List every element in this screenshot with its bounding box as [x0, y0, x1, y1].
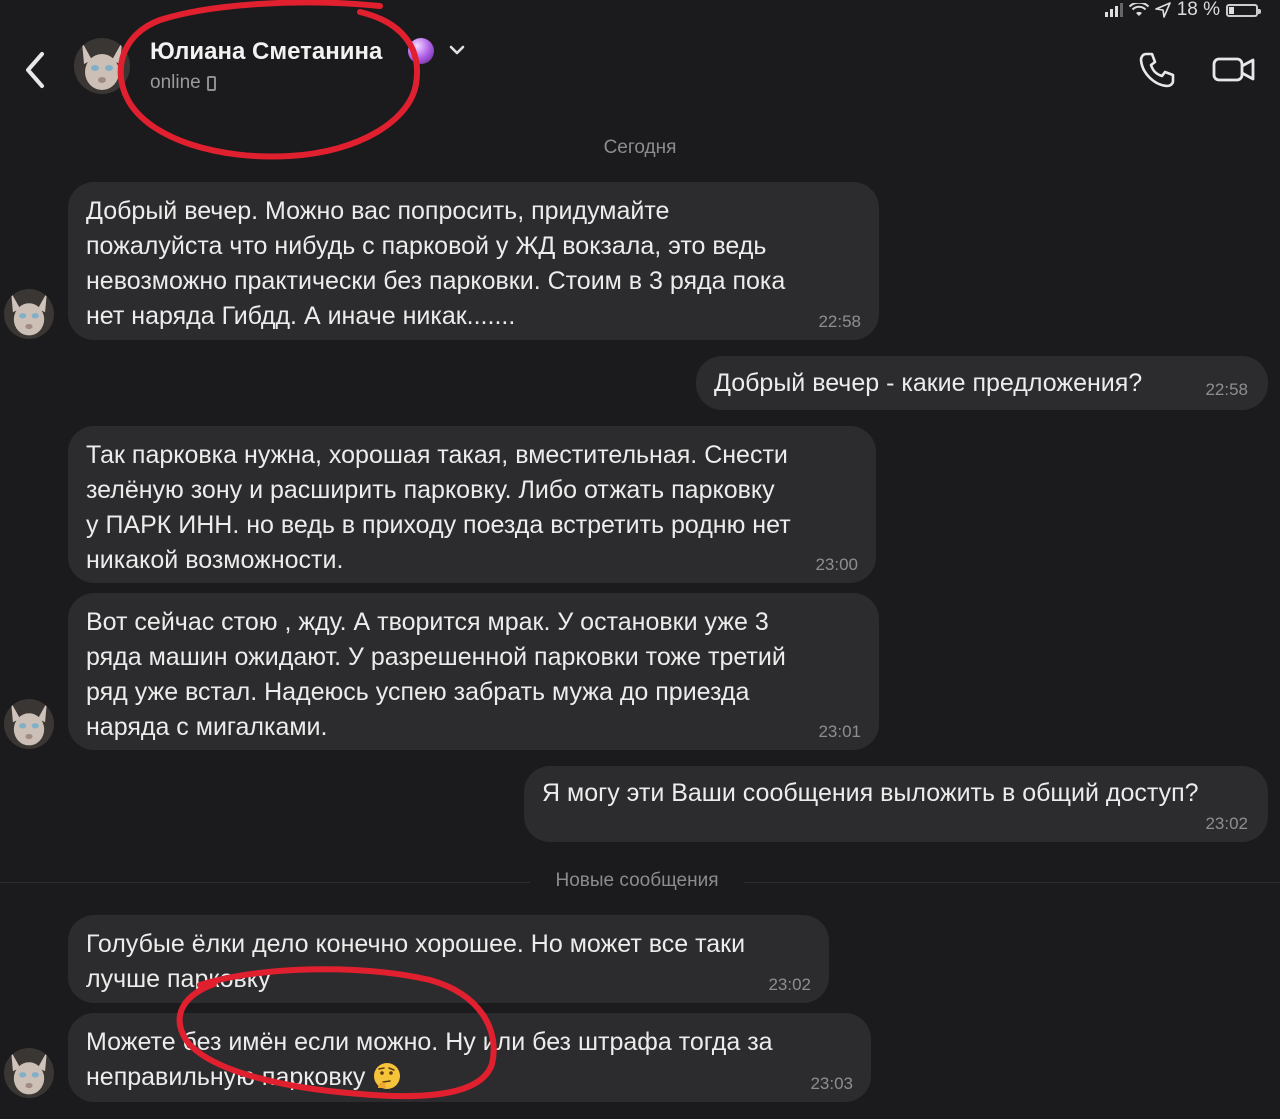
message-bubble-in[interactable]: Так парковка нужна, хорошая такая, вмест…	[68, 426, 876, 583]
message-text: Добрый вечер - какие предложения?	[714, 369, 1143, 397]
message-bubble-out[interactable]: Я могу эти Ваши сообщения выложить в общ…	[524, 766, 1268, 842]
message-time: 23:00	[815, 555, 858, 574]
date-separator: Сегодня	[603, 137, 677, 158]
message-bubble-out[interactable]: Добрый вечер - какие предложения? 22:58	[696, 356, 1268, 410]
chevron-down-icon[interactable]	[447, 40, 467, 60]
status-text: online	[150, 72, 201, 93]
battery-percentage: 18 %	[1176, 0, 1220, 20]
message-text: Вот сейчас стою , жду. А творится мрак. …	[86, 608, 786, 741]
message-time: 22:58	[1205, 380, 1248, 399]
message-text: Так парковка нужна, хорошая такая, вмест…	[86, 441, 791, 574]
video-camera-icon[interactable]	[1211, 52, 1257, 86]
thinking-face-icon	[374, 1063, 401, 1089]
avatar[interactable]	[4, 1048, 54, 1098]
crystal-ball-icon	[408, 38, 434, 64]
status-bar: 18 %	[1104, 0, 1261, 20]
message-time: 23:03	[810, 1074, 853, 1093]
message-time: 23:02	[1205, 814, 1248, 833]
wifi-icon	[1128, 3, 1149, 16]
message-text: Добрый вечер. Можно вас попросить, приду…	[86, 197, 786, 330]
contact-name[interactable]: Юлиана Сметанина	[150, 38, 382, 66]
message-bubble-in[interactable]: Добрый вечер. Можно вас попросить, приду…	[68, 182, 879, 340]
message-text: Я могу эти Ваши сообщения выложить в общ…	[542, 779, 1199, 807]
chevron-left-icon[interactable]	[22, 50, 48, 90]
message-time: 23:01	[818, 722, 861, 741]
new-messages-label: Новые сообщения	[530, 870, 744, 892]
message-bubble-in[interactable]: Можете без имён если можно. Ну или без ш…	[68, 1013, 871, 1102]
message-time: 22:58	[818, 312, 861, 331]
avatar[interactable]	[4, 699, 54, 749]
avatar[interactable]	[74, 38, 130, 94]
phone-icon[interactable]	[1137, 50, 1177, 90]
new-messages-separator: Новые сообщения	[0, 870, 1280, 894]
device-phone-icon	[206, 75, 216, 91]
message-bubble-in[interactable]: Голубые ёлки дело конечно хорошее. Но мо…	[68, 915, 829, 1003]
location-arrow-icon	[1154, 2, 1171, 18]
cellular-signal-icon	[1104, 3, 1123, 17]
message-text: Можете без имён если можно. Ну или без ш…	[86, 1028, 773, 1091]
contact-status: online	[150, 72, 216, 94]
battery-icon	[1226, 3, 1261, 17]
message-time: 23:02	[768, 975, 811, 994]
avatar[interactable]	[4, 289, 54, 339]
message-text: Голубые ёлки дело конечно хорошее. Но мо…	[86, 930, 746, 993]
chat-header: Юлиана Сметанина online	[0, 30, 1280, 120]
message-bubble-in[interactable]: Вот сейчас стою , жду. А творится мрак. …	[68, 593, 879, 750]
